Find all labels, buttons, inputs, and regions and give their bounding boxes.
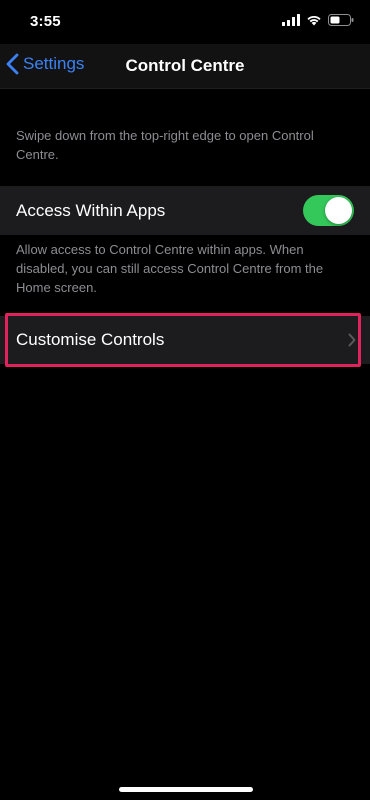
- access-within-apps-toggle[interactable]: [303, 195, 354, 226]
- toggle-knob: [325, 197, 352, 224]
- status-bar: 3:55: [0, 0, 370, 44]
- wifi-icon: [307, 15, 321, 26]
- battery-icon: [328, 14, 354, 26]
- status-icons: [282, 14, 354, 26]
- access-within-apps-label: Access Within Apps: [16, 200, 166, 220]
- intro-description: Swipe down from the top-right edge to op…: [16, 128, 314, 162]
- access-within-apps-description: Allow access to Control Centre within ap…: [16, 242, 324, 295]
- control-centre-screen: 3:55 Settings Control Centre Swipe down …: [0, 0, 370, 800]
- chevron-right-icon: [348, 333, 356, 347]
- access-within-apps-row: Access Within Apps: [0, 186, 370, 235]
- customise-controls-label: Customise Controls: [16, 330, 165, 349]
- status-time: 3:55: [30, 13, 61, 30]
- navigation-bar: Settings Control Centre: [0, 44, 370, 89]
- customise-controls-row[interactable]: Customise Controls: [0, 316, 370, 364]
- cellular-signal-icon: [282, 14, 300, 26]
- page-title: Control Centre: [125, 56, 245, 75]
- home-indicator[interactable]: [119, 787, 253, 792]
